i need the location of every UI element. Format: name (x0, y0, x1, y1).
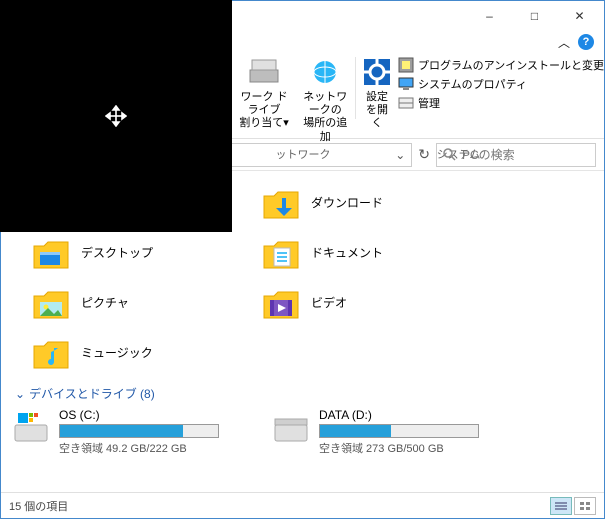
pictures-icon (31, 282, 71, 322)
drive-free-text: 空き領域 273 GB/500 GB (319, 440, 511, 456)
view-details-button[interactable] (550, 497, 572, 515)
add-location-icon (309, 55, 341, 89)
maximize-button[interactable]: □ (512, 2, 557, 30)
ribbon-system-properties[interactable]: システムのプロパティ (398, 76, 604, 92)
minimize-button[interactable]: – (467, 2, 512, 30)
document-icon (261, 232, 301, 272)
drive-c[interactable]: OS (C:) 空き領域 49.2 GB/222 GB (11, 408, 251, 456)
music-icon (31, 332, 71, 372)
search-icon (443, 148, 456, 161)
network-drive-icon (248, 55, 280, 89)
folder-label: ビデオ (311, 294, 347, 311)
status-bar: 15 個の項目 (1, 492, 604, 518)
drives-row: OS (C:) 空き領域 49.2 GB/222 GB DATA (D:) 空き… (11, 408, 600, 456)
box-icon (398, 57, 414, 73)
ribbon-system-list: プログラムのアンインストールと変更 システムのプロパティ 管理 (398, 55, 604, 144)
settings-gear-icon (362, 55, 392, 89)
folder-pictures[interactable]: ピクチャ (11, 277, 241, 327)
view-large-button[interactable] (574, 497, 596, 515)
drive-name: DATA (D:) (319, 408, 511, 422)
label: システムのプロパティ (418, 76, 527, 92)
collapse-ribbon-icon[interactable]: ︿ (558, 34, 570, 51)
ribbon-open-settings[interactable]: 設定 を開く (356, 55, 398, 144)
folder-label: ピクチャ (81, 294, 129, 311)
drive-icon (11, 408, 51, 448)
dropdown-icon[interactable]: ⌄ (395, 148, 405, 162)
monitor-icon (398, 76, 414, 92)
drive-name: OS (C:) (59, 408, 251, 422)
search-placeholder: PCの検索 (462, 146, 515, 163)
ribbon-uninstall-programs[interactable]: プログラムのアンインストールと変更 (398, 57, 604, 73)
download-icon (261, 182, 301, 222)
folder-music[interactable]: ミュージック (11, 327, 241, 377)
folder-videos[interactable]: ビデオ (241, 277, 491, 327)
desktop-icon (31, 232, 71, 272)
move-arrows-icon (105, 105, 127, 127)
refresh-icon[interactable]: ↻ (418, 146, 430, 163)
folder-label: ミュージック (81, 344, 153, 361)
ribbon-label: ワーク ドライブ 割り当て▾ (239, 91, 289, 131)
folder-documents[interactable]: ドキュメント (241, 227, 491, 277)
drive-d[interactable]: DATA (D:) 空き領域 273 GB/500 GB (271, 408, 511, 456)
ribbon-network-drive[interactable]: ワーク ドライブ 割り当て▾ (233, 55, 295, 144)
drive-usage-bar (59, 424, 219, 438)
drive-icon (271, 408, 311, 448)
devices-header[interactable]: ⌄ デバイスとドライブ (8) (11, 377, 600, 408)
overlay-panel[interactable] (0, 0, 232, 232)
devices-header-text: デバイスとドライブ (8) (29, 385, 155, 402)
close-button[interactable]: ✕ (557, 2, 602, 30)
video-icon (261, 282, 301, 322)
drive-free-text: 空き領域 49.2 GB/222 GB (59, 440, 251, 456)
folder-label: デスクトップ (81, 244, 153, 261)
manage-icon (398, 95, 414, 111)
folder-downloads[interactable]: ダウンロード (241, 177, 491, 227)
ribbon-add-location[interactable]: ネットワークの 場所の追加 (295, 55, 355, 144)
folder-desktop[interactable]: デスクトップ (11, 227, 241, 277)
folder-label: ドキュメント (311, 244, 383, 261)
label: 管理 (418, 95, 440, 111)
view-buttons (550, 497, 596, 515)
ribbon-label: 設定 を開く (362, 91, 392, 131)
search-box[interactable]: PCの検索 (436, 143, 596, 167)
label: プログラムのアンインストールと変更 (418, 57, 604, 73)
status-item-count: 15 個の項目 (9, 498, 68, 514)
help-icon[interactable]: ? (578, 34, 594, 50)
ribbon-manage[interactable]: 管理 (398, 95, 604, 111)
drive-usage-bar (319, 424, 479, 438)
chevron-down-icon: ⌄ (15, 387, 25, 401)
ribbon-label: ネットワークの 場所の追加 (301, 91, 349, 144)
folder-label: ダウンロード (311, 194, 383, 211)
